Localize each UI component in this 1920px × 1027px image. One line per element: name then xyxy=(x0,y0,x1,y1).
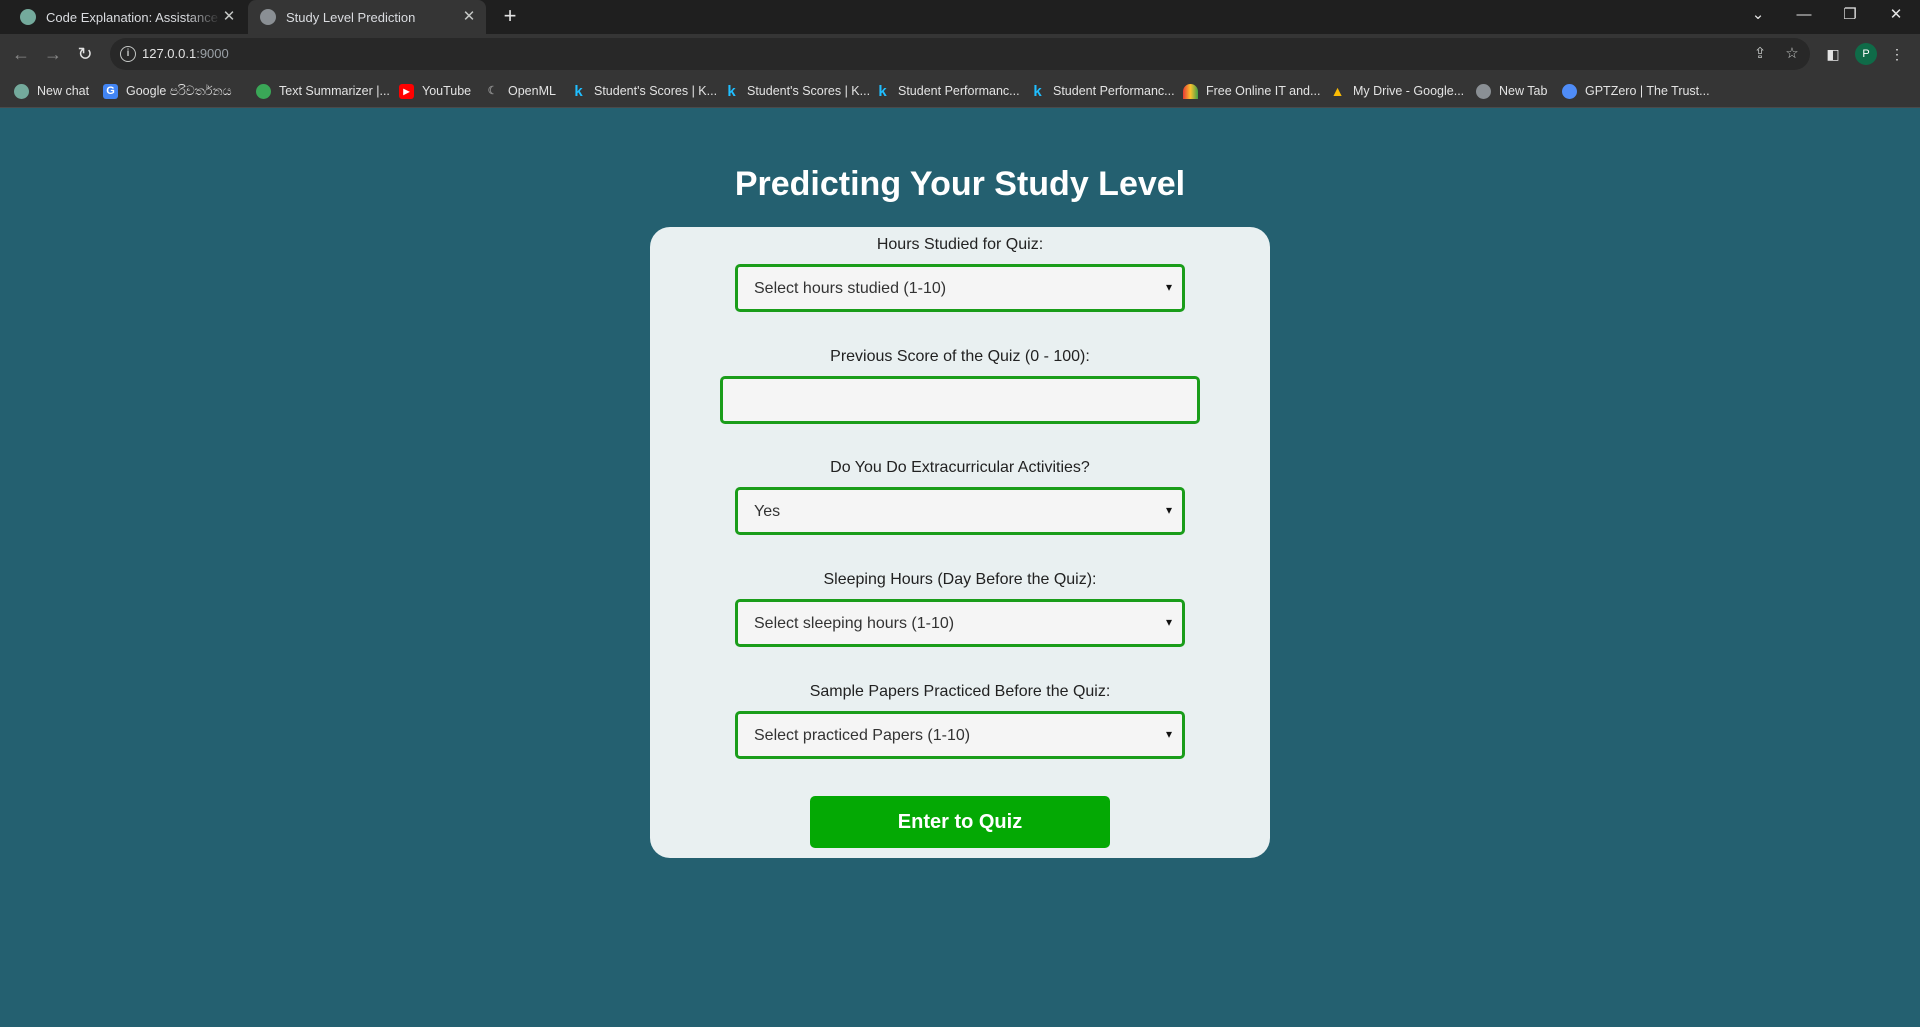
bookmarks-bar: New chat G Google පරිවර්තනය Text Summariz… xyxy=(0,74,1920,108)
sample-papers-select[interactable]: Select practiced Papers (1-10) ▾ xyxy=(735,711,1185,759)
bookmark-new-tab[interactable]: New Tab xyxy=(1476,82,1547,100)
url-text[interactable]: 127.0.0.1:9000 xyxy=(142,46,229,61)
kaggle-icon: k xyxy=(1033,82,1042,100)
avatar[interactable]: P xyxy=(1855,43,1877,65)
forward-icon[interactable]: → xyxy=(40,41,66,67)
window-close-button[interactable]: ✕ xyxy=(1873,0,1919,30)
kaggle-icon: k xyxy=(727,82,736,100)
globe-icon xyxy=(260,9,276,25)
menu-icon[interactable]: ⋮ xyxy=(1887,44,1907,64)
side-panel-icon[interactable]: ◧ xyxy=(1823,44,1843,64)
extracurricular-value: Yes xyxy=(754,503,781,520)
bookmark-label: My Drive - Google... xyxy=(1353,84,1465,98)
hours-studied-value: Select hours studied (1-10) xyxy=(754,280,947,297)
bookmark-label: Google පරිවර්තනය xyxy=(126,83,232,98)
sleeping-hours-select[interactable]: Select sleeping hours (1-10) ▾ xyxy=(735,599,1185,647)
bookmark-youtube[interactable]: ▶ YouTube xyxy=(399,82,471,100)
tab-search-icon[interactable]: ⌄ xyxy=(1735,0,1781,30)
sleeping-hours-label: Sleeping Hours (Day Before the Quiz): xyxy=(823,571,1097,588)
bookmark-label: Free Online IT and... xyxy=(1206,84,1321,98)
bookmark-google-translate[interactable]: G Google පරිවර්තනය xyxy=(103,82,232,100)
kaggle-icon: k xyxy=(878,82,887,100)
enter-quiz-button[interactable]: Enter to Quiz xyxy=(810,796,1110,848)
rainbow-icon xyxy=(1183,83,1198,99)
chevron-down-icon: ▾ xyxy=(1165,615,1173,629)
sample-papers-value: Select practiced Papers (1-10) xyxy=(754,727,971,744)
chatgpt-icon xyxy=(20,9,36,25)
bookmark-label: OpenML xyxy=(508,84,556,98)
bookmark-label: Student Performanc... xyxy=(1053,84,1175,98)
bookmark-label: GPTZero | The Trust... xyxy=(1585,84,1710,98)
previous-score-label: Previous Score of the Quiz (0 - 100): xyxy=(830,348,1090,365)
url-port: :9000 xyxy=(196,46,229,61)
google-drive-icon: ▲ xyxy=(1330,82,1345,99)
restore-button[interactable]: ❐ xyxy=(1827,0,1873,30)
hours-studied-select[interactable]: Select hours studied (1-10) ▾ xyxy=(735,264,1185,312)
bookmark-kaggle-performance-1[interactable]: k Student Performanc... xyxy=(875,82,1020,100)
close-icon[interactable]: ✕ xyxy=(220,8,238,26)
bookmark-text-summarizer[interactable]: Text Summarizer |... xyxy=(256,82,390,100)
share-icon[interactable]: ⇪ xyxy=(1750,44,1770,64)
bookmark-kaggle-scores-2[interactable]: k Student's Scores | K... xyxy=(724,82,870,100)
url-host: 127.0.0.1 xyxy=(142,46,197,61)
browser-toolbar: ← → ↻ i 127.0.0.1:9000 ⇪ ☆ ◧ P ⋮ xyxy=(0,34,1920,74)
bookmark-label: New Tab xyxy=(1499,84,1548,98)
previous-score-input[interactable] xyxy=(720,376,1200,424)
google-translate-icon: G xyxy=(103,83,118,99)
bookmark-openml[interactable]: ☾ OpenML xyxy=(485,82,556,100)
tab-strip: Code Explanation: Assistance Pro ✕ Study… xyxy=(0,0,1920,34)
address-bar[interactable]: i 127.0.0.1:9000 ⇪ ☆ xyxy=(110,38,1810,70)
chevron-down-icon: ▾ xyxy=(1165,503,1173,517)
extracurricular-select[interactable]: Yes ▾ xyxy=(735,487,1185,535)
new-tab-button[interactable]: + xyxy=(498,5,522,29)
bookmark-new-chat[interactable]: New chat xyxy=(14,82,89,100)
sample-papers-label: Sample Papers Practiced Before the Quiz: xyxy=(809,683,1111,700)
bookmark-label: New chat xyxy=(37,84,90,98)
bookmark-label: Student's Scores | K... xyxy=(747,84,871,98)
bookmark-my-drive[interactable]: ▲ My Drive - Google... xyxy=(1330,82,1465,100)
bookmark-star-icon[interactable]: ☆ xyxy=(1782,44,1802,64)
bookmark-label: Student's Scores | K... xyxy=(594,84,718,98)
summarizer-icon xyxy=(256,83,271,99)
page-content: Predicting Your Study Level Hours Studie… xyxy=(0,109,1920,1027)
back-icon[interactable]: ← xyxy=(8,41,34,67)
site-info-icon[interactable]: i xyxy=(120,46,136,62)
kaggle-icon: k xyxy=(574,82,583,100)
bookmark-gptzero[interactable]: GPTZero | The Trust... xyxy=(1562,82,1710,100)
bookmark-kaggle-scores-1[interactable]: k Student's Scores | K... xyxy=(571,82,717,100)
page-title: Predicting Your Study Level xyxy=(734,165,1186,203)
hours-studied-label: Hours Studied for Quiz: xyxy=(876,236,1044,253)
minimize-button[interactable]: — xyxy=(1781,0,1827,30)
tab-study-level-prediction[interactable]: Study Level Prediction ✕ xyxy=(248,0,486,34)
bookmark-label: YouTube xyxy=(422,84,472,98)
tab-title: Study Level Prediction xyxy=(286,9,416,25)
chevron-down-icon: ▾ xyxy=(1165,727,1173,741)
close-icon[interactable]: ✕ xyxy=(460,8,478,26)
sleeping-hours-value: Select sleeping hours (1-10) xyxy=(754,615,955,632)
openml-icon: ☾ xyxy=(487,84,498,97)
youtube-icon: ▶ xyxy=(399,83,414,99)
extracurricular-label: Do You Do Extracurricular Activities? xyxy=(830,459,1090,476)
bookmark-label: Text Summarizer |... xyxy=(279,84,390,98)
chevron-down-icon: ▾ xyxy=(1165,280,1173,294)
gptzero-icon xyxy=(1562,83,1577,99)
tab-code-explanation[interactable]: Code Explanation: Assistance Pro ✕ xyxy=(8,0,246,34)
globe-icon xyxy=(1476,83,1491,99)
bookmark-label: Student Performanc... xyxy=(898,84,1020,98)
tab-title: Code Explanation: Assistance Pro xyxy=(46,9,221,25)
bookmark-kaggle-performance-2[interactable]: k Student Performanc... xyxy=(1030,82,1175,100)
chatgpt-icon xyxy=(14,83,29,99)
prediction-form: Hours Studied for Quiz: Select hours stu… xyxy=(650,227,1270,858)
bookmark-free-online-it[interactable]: Free Online IT and... xyxy=(1183,82,1320,100)
reload-icon[interactable]: ↻ xyxy=(72,41,98,67)
